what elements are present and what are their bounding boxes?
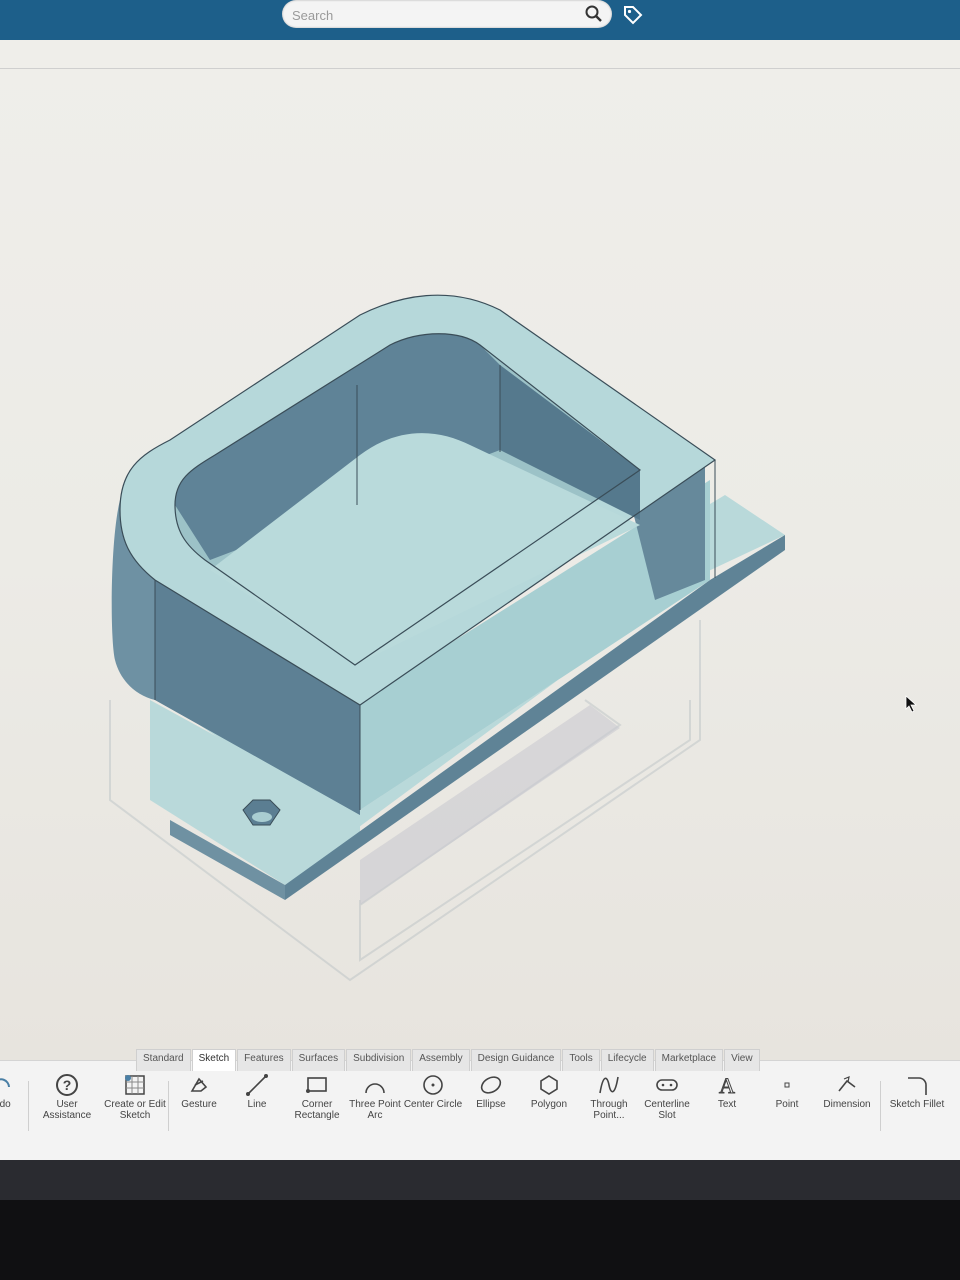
text-tool-label: Text xyxy=(717,1099,737,1110)
fillet-icon xyxy=(908,1077,927,1095)
tab-features[interactable]: Features xyxy=(237,1049,291,1071)
ellipse-icon xyxy=(480,1076,502,1094)
tab-lifecycle[interactable]: Lifecycle xyxy=(600,1049,654,1071)
tab-subdivision[interactable]: Subdivision xyxy=(346,1049,412,1071)
monitor-bezel xyxy=(0,1200,960,1280)
graphics-viewport[interactable] xyxy=(0,40,960,1070)
sketch-toolbar: Standard Sketch Features Surfaces Subdiv… xyxy=(0,1049,960,1161)
tab-surfaces[interactable]: Surfaces xyxy=(291,1049,346,1071)
tab-view[interactable]: View xyxy=(724,1049,760,1071)
search-box[interactable] xyxy=(282,0,612,28)
header-bar xyxy=(0,0,960,40)
monitor-bezel-strip xyxy=(0,1160,960,1200)
point-icon xyxy=(784,1082,790,1088)
circle-icon xyxy=(423,1075,443,1095)
sketch-grid-icon xyxy=(125,1075,145,1095)
ellipse-button[interactable]: Ellipse xyxy=(460,1073,522,1110)
centerline-slot-button[interactable]: Centerline Slot xyxy=(636,1073,698,1121)
ellipse-label: Ellipse xyxy=(476,1099,506,1110)
center-circle-button[interactable]: Center Circle xyxy=(402,1073,464,1110)
corner-rectangle-label: Corner Rectangle xyxy=(294,1099,340,1121)
dimension-button[interactable]: Dimension xyxy=(816,1073,878,1110)
separator xyxy=(880,1081,881,1131)
tab-marketplace[interactable]: Marketplace xyxy=(654,1049,724,1071)
gesture-button[interactable]: Gesture xyxy=(168,1073,230,1110)
dimension-label: Dimension xyxy=(823,1099,871,1110)
gesture-icon xyxy=(190,1077,208,1092)
polygon-label: Polygon xyxy=(530,1099,568,1110)
rectangle-icon xyxy=(306,1077,327,1093)
slot-icon xyxy=(656,1079,678,1091)
separator xyxy=(28,1081,29,1131)
through-point-label: Through Point... xyxy=(590,1099,628,1121)
tag-icon[interactable] xyxy=(622,4,644,26)
centerline-slot-label: Centerline Slot xyxy=(644,1099,690,1121)
create-sketch-label: Create or Edit Sketch xyxy=(104,1099,166,1121)
gesture-label: Gesture xyxy=(181,1099,217,1110)
tab-design-guidance[interactable]: Design Guidance xyxy=(470,1049,562,1071)
tab-tools[interactable]: Tools xyxy=(562,1049,600,1071)
arc-icon xyxy=(365,1083,385,1094)
tab-standard[interactable]: Standard xyxy=(136,1049,191,1071)
undo-icon xyxy=(0,1078,10,1088)
dimension-icon xyxy=(838,1076,856,1092)
text-tool-icon: A xyxy=(719,1073,736,1097)
toolbar-tabs: Standard Sketch Features Surfaces Subdiv… xyxy=(136,1049,761,1071)
help-icon: ? xyxy=(56,1074,78,1096)
svg-text:A: A xyxy=(719,1073,735,1097)
text-button[interactable]: A Text xyxy=(696,1073,758,1110)
polygon-button[interactable]: Polygon xyxy=(518,1073,580,1110)
center-circle-label: Center Circle xyxy=(403,1099,463,1110)
point-label: Point xyxy=(775,1099,799,1110)
line-label: Line xyxy=(247,1099,267,1110)
spline-icon xyxy=(599,1076,619,1094)
point-button[interactable]: Point xyxy=(756,1073,818,1110)
user-assistance-button[interactable]: ? User Assistance xyxy=(36,1073,98,1121)
sketch-fillet-button[interactable]: Sketch Fillet xyxy=(886,1073,948,1110)
tab-sketch[interactable]: Sketch xyxy=(191,1049,237,1071)
tab-assembly[interactable]: Assembly xyxy=(412,1049,470,1071)
mouse-cursor-icon xyxy=(905,695,918,713)
line-button[interactable]: Line xyxy=(226,1073,288,1110)
three-point-arc-label: Three Point Arc xyxy=(349,1099,401,1121)
search-input[interactable] xyxy=(290,4,574,26)
search-icon[interactable] xyxy=(584,4,604,24)
create-sketch-button[interactable]: Create or Edit Sketch xyxy=(104,1073,166,1121)
polygon-icon xyxy=(540,1075,558,1095)
tool-row: ...do ? User Assistance Create or Edit S… xyxy=(0,1073,960,1153)
user-assistance-label: User Assistance xyxy=(42,1099,92,1121)
corner-rectangle-button[interactable]: Corner Rectangle xyxy=(286,1073,348,1121)
undo-label: ...do xyxy=(0,1099,11,1110)
three-point-arc-button[interactable]: Three Point Arc xyxy=(344,1073,406,1121)
sketch-fillet-label: Sketch Fillet xyxy=(889,1099,945,1110)
svg-text:?: ? xyxy=(63,1077,72,1093)
3d-model-view[interactable] xyxy=(0,40,960,1070)
line-icon xyxy=(246,1074,268,1096)
through-point-spline-button[interactable]: Through Point... xyxy=(578,1073,640,1121)
